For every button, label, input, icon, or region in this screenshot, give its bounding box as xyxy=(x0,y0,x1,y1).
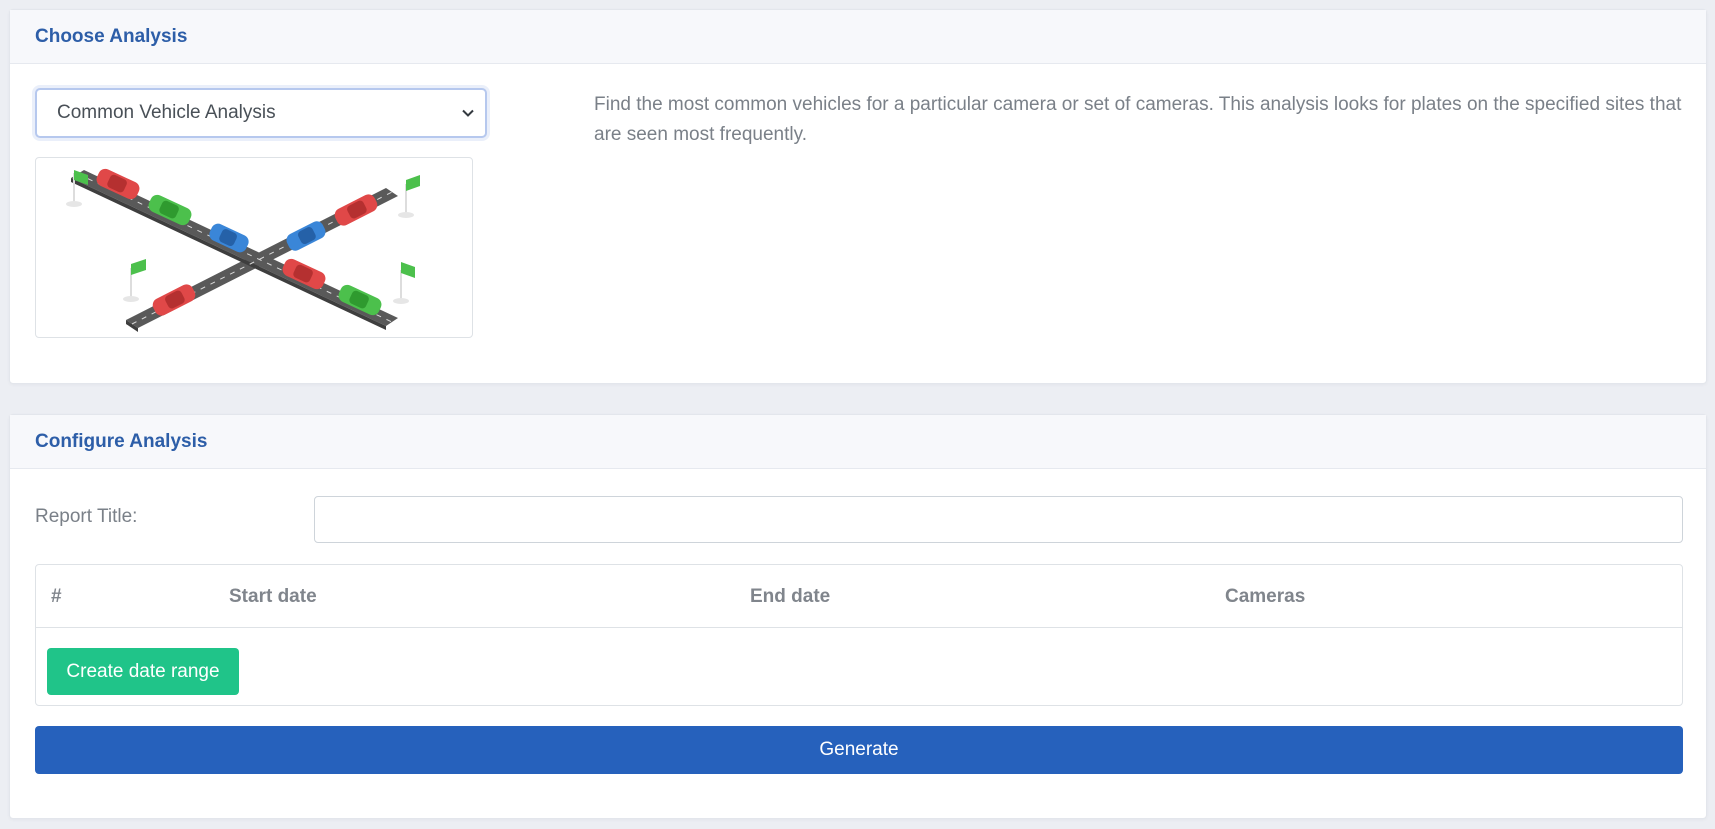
choose-analysis-title: Choose Analysis xyxy=(10,10,1706,64)
choose-analysis-card: Choose Analysis Common Vehicle Analysis xyxy=(9,9,1707,384)
analysis-select[interactable]: Common Vehicle Analysis xyxy=(35,88,487,138)
table-header: # Start date End date Cameras xyxy=(36,565,1682,628)
analysis-description: Find the most common vehicles for a part… xyxy=(594,94,1682,145)
column-header-start-date: Start date xyxy=(229,586,317,607)
configure-analysis-title: Configure Analysis xyxy=(10,415,1706,469)
report-title-input[interactable] xyxy=(314,496,1683,543)
report-title-label: Report Title: xyxy=(35,506,138,527)
date-range-table: # Start date End date Cameras Create dat… xyxy=(35,564,1683,706)
column-header-number: # xyxy=(51,586,62,607)
chevron-down-icon xyxy=(461,106,475,120)
generate-button[interactable]: Generate xyxy=(35,726,1683,774)
column-header-end-date: End date xyxy=(750,586,831,607)
configure-analysis-card: Configure Analysis Report Title: # Start… xyxy=(9,414,1707,819)
analysis-select-value: Common Vehicle Analysis xyxy=(57,102,276,123)
intersection-cars-illustration xyxy=(35,157,473,338)
column-header-cameras: Cameras xyxy=(1225,586,1306,607)
create-date-range-button[interactable]: Create date range xyxy=(47,648,239,695)
